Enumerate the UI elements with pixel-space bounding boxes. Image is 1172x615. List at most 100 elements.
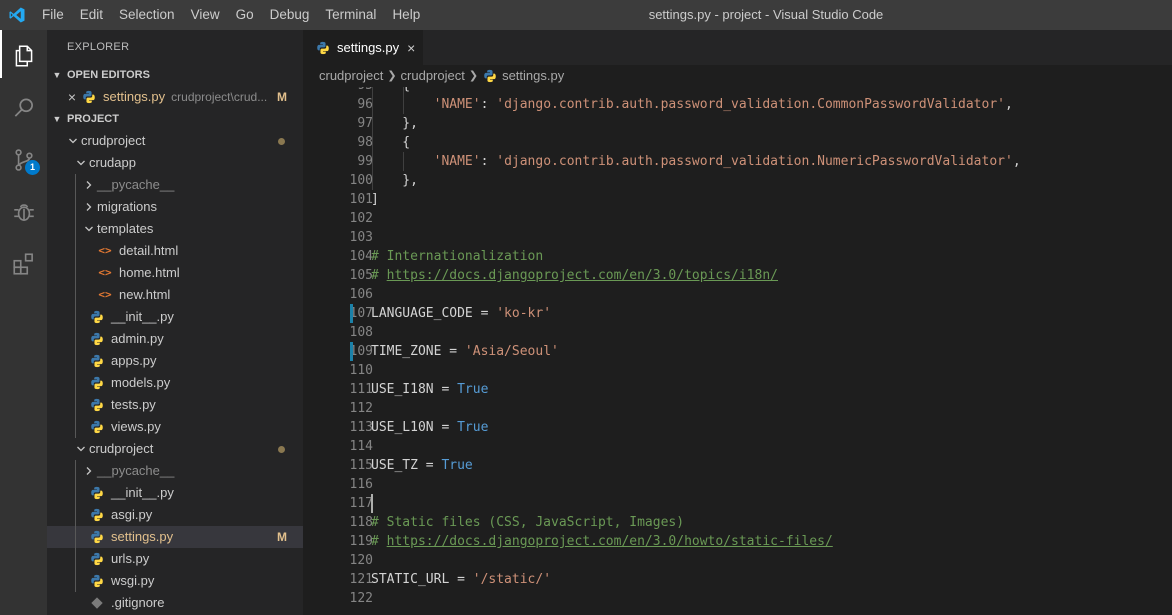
project-header[interactable]: ▼ PROJECT: [47, 108, 303, 130]
code-line: 101]: [303, 190, 1172, 209]
menu-go[interactable]: Go: [228, 0, 262, 30]
code-token: # Static files (CSS, JavaScript, Images): [371, 515, 685, 530]
breadcrumb-item[interactable]: crudproject: [401, 65, 465, 87]
search-icon[interactable]: [0, 82, 47, 134]
code-line: 99 'NAME': 'django.contrib.auth.password…: [303, 152, 1172, 171]
tree-item-label: crudproject: [81, 133, 146, 148]
tree-item-label: apps.py: [111, 353, 157, 368]
menu-file[interactable]: File: [34, 0, 72, 30]
python-file-icon: [89, 573, 105, 589]
code-editor[interactable]: 95 {96 'NAME': 'django.contrib.auth.pass…: [303, 87, 1172, 615]
chevron-down-icon: [65, 136, 81, 146]
tree-folder[interactable]: crudproject: [47, 438, 303, 460]
tree-file[interactable]: <> detail.html: [47, 240, 303, 262]
debug-icon[interactable]: [0, 186, 47, 238]
code-token: True: [457, 382, 489, 397]
tree-file[interactable]: urls.py: [47, 548, 303, 570]
tree-item-label: .gitignore: [111, 595, 165, 610]
line-number: 120: [349, 553, 373, 568]
tree-file[interactable]: <> home.html: [47, 262, 303, 284]
modified-line-indicator: [350, 342, 353, 361]
chevron-down-icon: [73, 158, 89, 168]
code-line: 107 LANGUAGE_CODE = 'ko-kr': [303, 304, 1172, 323]
code-token: :: [480, 154, 497, 169]
tree-item-label: models.py: [111, 375, 171, 390]
code-token: True: [457, 420, 489, 435]
chevron-down-icon: ▼: [52, 70, 62, 80]
tree-file[interactable]: wsgi.py: [47, 570, 303, 592]
breadcrumb-item[interactable]: settings.py: [502, 65, 564, 87]
tree-item-label: views.py: [111, 419, 161, 434]
python-file-icon: [89, 419, 105, 435]
tree-file[interactable]: asgi.py: [47, 504, 303, 526]
tree-file[interactable]: __init__.py: [47, 482, 303, 504]
html-file-icon: <>: [98, 266, 112, 279]
tree-folder[interactable]: crudproject: [47, 130, 303, 152]
tree-file[interactable]: apps.py: [47, 350, 303, 372]
line-number: 106: [349, 287, 373, 302]
menu-selection[interactable]: Selection: [111, 0, 183, 30]
menu-edit[interactable]: Edit: [72, 0, 111, 30]
vscode-logo-icon: [0, 0, 34, 30]
tree-item-label: new.html: [119, 287, 171, 302]
menu-terminal[interactable]: Terminal: [317, 0, 384, 30]
source-control-icon[interactable]: 1: [0, 134, 47, 186]
tree-item-label: admin.py: [111, 331, 164, 346]
tree-file[interactable]: __init__.py: [47, 306, 303, 328]
tree-file[interactable]: models.py: [47, 372, 303, 394]
chevron-right-icon: [81, 180, 97, 190]
code-token: #: [371, 534, 387, 549]
tree-item-label: __init__.py: [111, 309, 174, 324]
line-number: 104: [349, 249, 373, 264]
tree-file[interactable]: <> new.html: [47, 284, 303, 306]
code-line: 119 # https://docs.djangoproject.com/en/3…: [303, 532, 1172, 551]
menu-view[interactable]: View: [183, 0, 228, 30]
code-line: 121 STATIC_URL = '/static/': [303, 570, 1172, 589]
tree-file[interactable]: .gitignore: [47, 592, 303, 614]
tree-item-label: crudapp: [89, 155, 136, 170]
tree-folder[interactable]: __pycache__: [47, 174, 303, 196]
code-token: https://docs.djangoproject.com/en/3.0/ho…: [386, 534, 833, 549]
tree-folder[interactable]: __pycache__: [47, 460, 303, 482]
tree-item-label: __pycache__: [97, 463, 175, 478]
tree-folder[interactable]: templates: [47, 218, 303, 240]
code-text: ]: [371, 190, 379, 209]
tree-file[interactable]: admin.py: [47, 328, 303, 350]
tab-close-icon[interactable]: ×: [407, 40, 415, 56]
tree-item-label: home.html: [119, 265, 180, 280]
breadcrumb-item[interactable]: crudproject: [319, 65, 383, 87]
explorer-icon[interactable]: [0, 30, 47, 82]
chevron-down-icon: [73, 444, 89, 454]
code-line: 96 'NAME': 'django.contrib.auth.password…: [303, 95, 1172, 114]
extensions-icon[interactable]: [0, 238, 47, 290]
close-icon[interactable]: ×: [63, 86, 81, 108]
tree-folder[interactable]: crudapp: [47, 152, 303, 174]
code-line: 105 # https://docs.djangoproject.com/en/3…: [303, 266, 1172, 285]
tree-file[interactable]: settings.py M: [47, 526, 303, 548]
code-token: 'NAME': [433, 97, 481, 112]
tree-file[interactable]: tests.py: [47, 394, 303, 416]
tree-item-label: asgi.py: [111, 507, 153, 522]
code-text: # Internationalization: [371, 247, 543, 266]
menu-help[interactable]: Help: [384, 0, 428, 30]
explorer-sidebar: EXPLORER ▼ OPEN EDITORS × settings.py cr…: [47, 30, 303, 615]
python-file-icon: [89, 309, 105, 325]
line-number: 113: [349, 420, 373, 435]
code-text: LANGUAGE_CODE = 'ko-kr': [371, 304, 551, 323]
code-text: },: [371, 171, 418, 190]
code-line: 106: [303, 285, 1172, 304]
code-line: 118 # Static files (CSS, JavaScript, Imag…: [303, 513, 1172, 532]
code-line: 115 USE_TZ = True: [303, 456, 1172, 475]
modified-dot-icon: [278, 446, 285, 453]
menu-debug[interactable]: Debug: [262, 0, 318, 30]
indent-guide: [75, 570, 76, 592]
activity-bar: 1: [0, 30, 47, 615]
tree-folder[interactable]: migrations: [47, 196, 303, 218]
code-text: USE_TZ = True: [371, 456, 473, 475]
open-editor-item[interactable]: × settings.py crudproject\crud... M: [47, 86, 303, 108]
tree-file[interactable]: views.py: [47, 416, 303, 438]
code-token: },: [371, 173, 418, 188]
tab-settings-py[interactable]: settings.py ×: [303, 30, 424, 65]
open-editors-header[interactable]: ▼ OPEN EDITORS: [47, 64, 303, 86]
